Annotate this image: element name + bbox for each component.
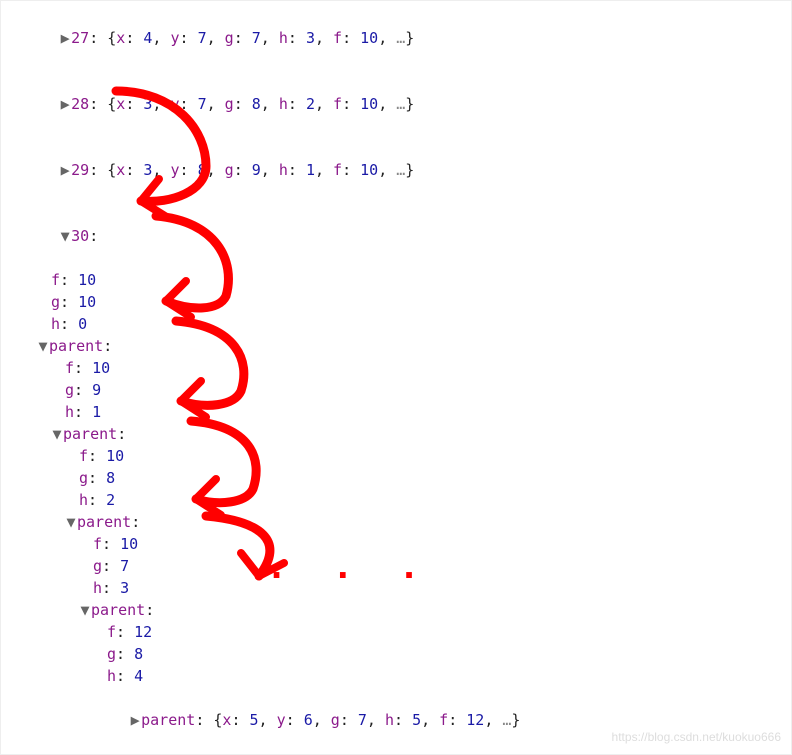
prop-h: h: 4 — [9, 665, 791, 687]
prop-f: f: 10 — [9, 357, 791, 379]
chevron-down-icon[interactable]: ▼ — [79, 599, 91, 621]
index-label: 27 — [71, 29, 89, 47]
chevron-down-icon[interactable]: ▼ — [59, 225, 71, 247]
array-item-27[interactable]: ▶27: {x: 4, y: 7, g: 7, h: 3, f: 10, …} — [9, 5, 791, 71]
prop-g: g: 8 — [9, 467, 791, 489]
index-label: 30 — [71, 227, 89, 245]
array-item-30[interactable]: ▼30: — [9, 203, 791, 269]
annotation-ellipsis: . . . — [271, 554, 437, 576]
parent-node-2[interactable]: ▼parent: — [9, 423, 791, 445]
prop-f: f: 10 — [9, 445, 791, 467]
index-label: 29 — [71, 161, 89, 179]
prop-g: g: 10 — [9, 291, 791, 313]
parent-node-3[interactable]: ▼parent: — [9, 511, 791, 533]
index-label: 28 — [71, 95, 89, 113]
parent-node-1[interactable]: ▼parent: — [9, 335, 791, 357]
devtools-object-tree: ▶27: {x: 4, y: 7, g: 7, h: 3, f: 10, …} … — [0, 0, 792, 755]
chevron-down-icon[interactable]: ▼ — [37, 335, 49, 357]
prop-h: h: 2 — [9, 489, 791, 511]
prop-g: g: 8 — [9, 643, 791, 665]
prop-g: g: 9 — [9, 379, 791, 401]
chevron-down-icon[interactable]: ▼ — [65, 511, 77, 533]
prop-h: h: 0 — [9, 313, 791, 335]
prop-h: h: 1 — [9, 401, 791, 423]
array-item-28[interactable]: ▶28: {x: 3, y: 7, g: 8, h: 2, f: 10, …} — [9, 71, 791, 137]
chevron-down-icon[interactable]: ▼ — [51, 423, 63, 445]
chevron-right-icon[interactable]: ▶ — [59, 27, 71, 49]
prop-f: f: 12 — [9, 621, 791, 643]
chevron-right-icon[interactable]: ▶ — [59, 159, 71, 181]
chevron-right-icon[interactable]: ▶ — [59, 93, 71, 115]
prop-f: f: 10 — [9, 269, 791, 291]
watermark-text: https://blog.csdn.net/kuokuo666 — [612, 726, 781, 748]
chevron-right-icon[interactable]: ▶ — [129, 709, 141, 731]
parent-node-4[interactable]: ▼parent: — [9, 599, 791, 621]
array-item-29[interactable]: ▶29: {x: 3, y: 8, g: 9, h: 1, f: 10, …} — [9, 137, 791, 203]
